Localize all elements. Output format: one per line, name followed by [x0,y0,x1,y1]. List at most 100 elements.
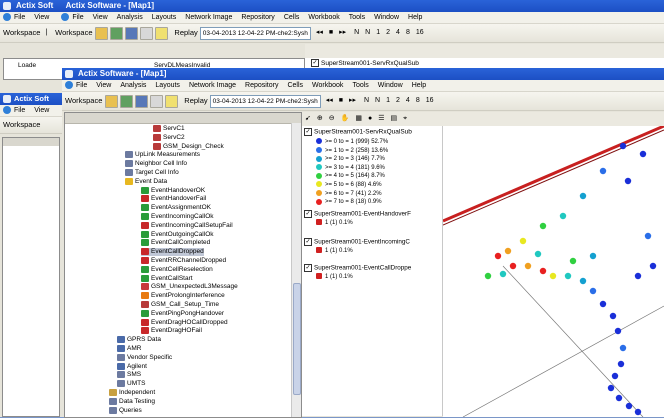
menu-repository[interactable]: Repository [245,82,278,89]
menu-cells[interactable]: Cells [287,82,303,89]
app-menu-icon[interactable] [3,13,11,22]
menu-file[interactable]: File [76,82,87,89]
menu-workbook[interactable]: Workbook [312,82,343,89]
menu-view[interactable]: View [96,82,111,89]
speed-2[interactable]: 2 [386,24,390,42]
tree-item[interactable]: EventRRChannelDropped [141,257,226,265]
tree-item[interactable]: GSM_UnexpectedL3Message [141,283,238,291]
tree-item[interactable]: EventIncomingCallOk [141,213,214,221]
layer-checkbox[interactable]: ✓ [304,264,312,272]
menu-analysis[interactable]: Analysis [120,82,146,89]
tree-item[interactable]: GSM_Call_Setup_Time [141,301,219,309]
menu-help[interactable]: Help [408,14,422,21]
tree-scrollbar[interactable] [291,123,301,417]
tree-item[interactable]: Queries [109,406,142,415]
menu-layouts[interactable]: Layouts [152,14,177,21]
speed-1[interactable]: 1 [386,92,390,110]
measure-icon[interactable]: ⌖ [403,112,407,126]
tree-item[interactable]: EventIncomingCallSetupFail [141,221,233,230]
print-icon[interactable] [150,95,164,108]
tree-scroll-thumb[interactable] [293,283,301,395]
globe-icon[interactable]: ● [368,112,372,126]
pan-icon[interactable]: ✋ [341,112,350,126]
tree-item[interactable]: Neighbor Cell Info [125,160,187,168]
tree-item[interactable]: Agilent [117,362,147,371]
stop-icon[interactable]: ■ [329,24,333,42]
back-window-titlebar[interactable]: Actix Soft Actix Software - [Map1] [0,0,664,12]
speed-1[interactable]: 1 [376,24,380,42]
datetime-select[interactable]: 03-04-2013 12-04-22 PM-che2:Sysh [199,27,311,40]
menu-file[interactable]: File [72,14,83,21]
legend-layer-header[interactable]: ✓ SuperStream001-EventCallDroppe [304,264,411,273]
play-icon[interactable]: ▸▸ [339,24,346,42]
speed-16[interactable]: 16 [416,24,424,42]
tree-icon[interactable] [120,95,134,108]
menu-cells[interactable]: Cells [284,14,300,21]
tree-item[interactable]: AMR [117,345,141,353]
tree-item[interactable]: EventPingPongHandover [141,309,224,318]
menu-analysis[interactable]: Analysis [117,14,143,21]
grid-icon[interactable]: ▤ [390,112,397,126]
speed-n[interactable]: N [365,24,370,42]
print-icon[interactable] [140,27,154,40]
legend-layer-header[interactable]: ✓ SuperStream001-ServRxQualSub [304,128,412,137]
legend-layer-header[interactable]: ✓ SuperStream001-EventHandoverF [304,210,411,219]
save-icon[interactable] [135,95,149,108]
menu-view[interactable]: View [34,14,49,21]
menu-window[interactable]: Window [378,82,403,89]
zoom-in-icon[interactable]: ⊕ [317,112,323,126]
save-icon[interactable] [125,27,139,40]
tree-item[interactable]: EventHandoverOK [141,186,205,195]
menu-help[interactable]: Help [412,82,426,89]
layer-checkbox[interactable]: ✓ [304,128,312,136]
menu-window[interactable]: Window [374,14,399,21]
menu-network-image[interactable]: Network Image [189,82,236,89]
table-icon[interactable] [165,95,179,108]
menu-tools[interactable]: Tools [349,14,365,21]
layer-checkbox[interactable]: ✓ [311,59,319,68]
map-canvas[interactable] [443,126,664,417]
select-icon[interactable]: ➹ [305,112,311,126]
speed-2[interactable]: 2 [396,92,400,110]
speed-4[interactable]: 4 [406,92,410,110]
tree-icon[interactable] [110,27,124,40]
stop-icon[interactable]: ■ [339,92,343,110]
front-window-titlebar[interactable]: Actix Software - [Map1] [62,68,664,80]
tree-item[interactable]: EventProlongInterference [141,292,225,300]
tree-item[interactable]: EventCallCompleted [141,239,210,247]
tree-item[interactable]: GSM_Design_Check [153,142,224,151]
open-icon[interactable] [105,95,119,108]
tree-item[interactable]: SMS [117,371,141,379]
menu-view[interactable]: View [93,14,108,21]
tree-item[interactable]: EventCellReselection [141,265,213,274]
table-icon[interactable] [155,27,169,40]
speed-n[interactable]: N [364,92,369,110]
app-menu-icon[interactable] [3,106,11,115]
tree-item[interactable]: Target Cell Info [125,169,179,177]
tree-item[interactable]: Data Testing [109,397,155,406]
tree-item[interactable]: EventCallDropped [141,248,204,257]
speed-8[interactable]: 8 [406,24,410,42]
tree-item[interactable]: ServC2 [153,133,185,142]
left-window-titlebar[interactable]: Actix Soft [0,93,62,105]
menu-view[interactable]: View [34,107,49,114]
speed-16[interactable]: 16 [426,92,434,110]
menu-network-image[interactable]: Network Image [185,14,232,21]
speed-n[interactable]: N [375,92,380,110]
legend-icon[interactable]: ☰ [378,112,384,126]
tree-item[interactable]: EventCallStart [141,274,193,283]
tree-item[interactable]: EventDragHOFail [141,327,202,335]
tree-item[interactable]: Event Data [125,177,167,186]
tree-item[interactable]: EventOutgoingCallOk [141,230,214,239]
speed-n[interactable]: N [354,24,359,42]
tree-item[interactable]: UMTS [117,380,145,388]
tree-item[interactable]: Vendor Specific [117,353,172,362]
play-icon[interactable]: ▸▸ [349,92,356,110]
tree-item[interactable]: UpLink Measurements [125,151,200,159]
app-menu-icon[interactable] [65,81,73,90]
tree-item[interactable]: ServC1 [153,125,185,133]
zoom-out-icon[interactable]: ⊖ [329,112,335,126]
tree-item[interactable]: EventDragHOCallDropped [141,318,228,327]
menu-repository[interactable]: Repository [241,14,274,21]
rewind-icon[interactable]: ◂◂ [316,24,323,42]
